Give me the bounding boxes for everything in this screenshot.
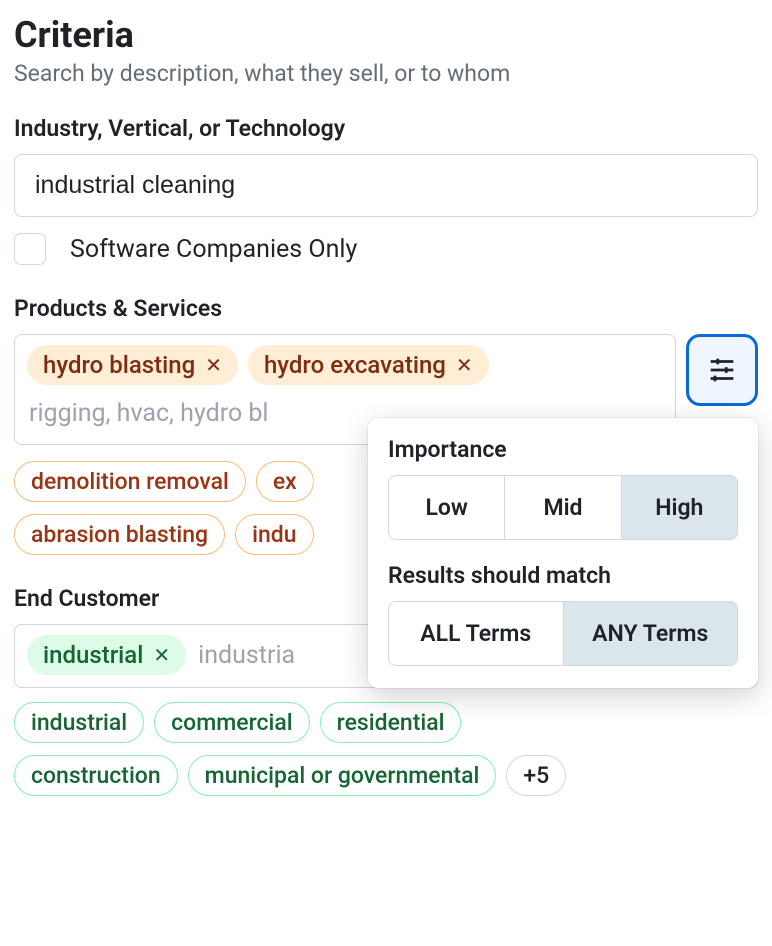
software-only-checkbox[interactable] [14,233,46,265]
industry-input[interactable] [14,154,758,217]
importance-mid[interactable]: Mid [505,476,621,539]
endcustomer-suggestion[interactable]: industrial [14,702,144,743]
product-tag-label: hydro blasting [43,351,195,379]
close-icon[interactable]: ✕ [205,355,222,375]
match-label: Results should match [388,562,738,589]
importance-low[interactable]: Low [389,476,505,539]
product-tag-label: hydro excavating [264,351,446,379]
product-suggestion[interactable]: abrasion blasting [14,514,225,555]
endcustomer-suggestion[interactable]: residential [320,702,462,743]
importance-label: Importance [388,436,738,463]
endcustomer-tag[interactable]: industrial ✕ [27,635,186,675]
page-subtitle: Search by description, what they sell, o… [14,60,758,87]
match-any[interactable]: ANY Terms [564,602,738,665]
endcustomer-suggestion[interactable]: commercial [154,702,310,743]
filter-button[interactable] [686,334,758,406]
endcustomer-more[interactable]: +5 [506,755,566,796]
product-tag[interactable]: hydro excavating ✕ [248,345,489,385]
importance-high[interactable]: High [622,476,737,539]
close-icon[interactable]: ✕ [153,645,170,665]
endcustomer-suggestion[interactable]: municipal or governmental [188,755,497,796]
products-label: Products & Services [14,295,758,322]
product-suggestion[interactable]: ex [256,461,314,502]
match-segment: ALL Terms ANY Terms [388,601,738,666]
industry-label: Industry, Vertical, or Technology [14,115,758,142]
endcustomer-tag-label: industrial [43,641,143,669]
product-suggestion[interactable]: demolition removal [14,461,246,502]
endcustomer-suggestions: industrial commercial residential [14,702,758,743]
endcustomer-suggestion[interactable]: construction [14,755,178,796]
page-title: Criteria [14,14,758,56]
close-icon[interactable]: ✕ [456,355,473,375]
software-only-label: Software Companies Only [70,235,357,264]
product-suggestion[interactable]: indu [235,514,313,555]
sliders-icon [705,353,739,387]
importance-segment: Low Mid High [388,475,738,540]
filter-popover: Importance Low Mid High Results should m… [368,418,758,688]
endcustomer-suggestions: construction municipal or governmental +… [14,755,758,796]
product-tag[interactable]: hydro blasting ✕ [27,345,238,385]
match-all[interactable]: ALL Terms [389,602,564,665]
